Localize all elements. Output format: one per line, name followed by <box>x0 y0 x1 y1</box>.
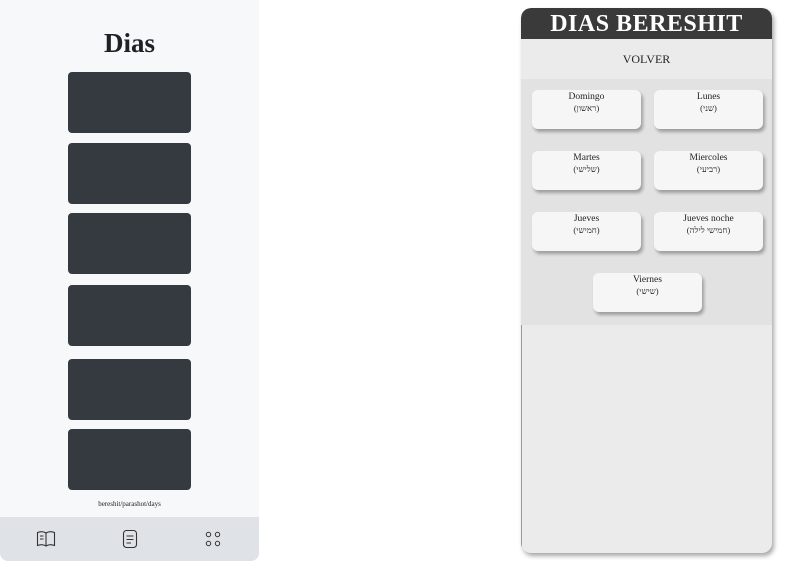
bottom-tab-bar <box>0 517 259 561</box>
day-card-3[interactable] <box>68 213 191 274</box>
document-icon[interactable] <box>120 529 140 549</box>
book-open-icon[interactable] <box>36 529 56 549</box>
day-label: Viernes <box>633 275 662 285</box>
day-button-jueves-noche[interactable]: Jueves noche (חמישי לילה) <box>654 212 763 251</box>
day-button-lunes[interactable]: Lunes (שני) <box>654 90 763 129</box>
day-hebrew-label: (רביעי) <box>696 164 721 174</box>
day-button-domingo[interactable]: Domingo (ראשון) <box>532 90 641 129</box>
day-label: Lunes <box>696 92 721 102</box>
header-title: DIAS BERESHIT <box>521 8 772 39</box>
day-card-5[interactable] <box>68 359 191 420</box>
day-hebrew-label: (ראשון) <box>573 103 600 113</box>
day-hebrew-label: (שישי) <box>636 286 659 296</box>
day-label: Jueves <box>573 214 600 224</box>
day-label: Jueves noche <box>683 214 734 224</box>
day-button-jueves[interactable]: Jueves (חמישי) <box>532 212 641 251</box>
left-screen: Dias bereshit/parashot/days <box>0 0 259 561</box>
day-button-miercoles[interactable]: Miercoles (רביעי) <box>654 151 763 190</box>
day-label: Miercoles <box>689 153 728 163</box>
day-card-2[interactable] <box>68 143 191 204</box>
back-button[interactable]: VOLVER <box>521 39 772 79</box>
right-screen: DIAS BERESHIT VOLVER Domingo (ראשון) Lun… <box>521 8 772 553</box>
days-grid: Domingo (ראשון) Lunes (שני) Martes (שליש… <box>521 79 772 325</box>
day-card-6[interactable] <box>68 429 191 490</box>
day-hebrew-label: (חמישי) <box>573 225 600 235</box>
grid-dots-icon[interactable] <box>203 529 223 549</box>
day-card-4[interactable] <box>68 285 191 346</box>
day-button-martes[interactable]: Martes (שלישי) <box>532 151 641 190</box>
day-hebrew-label: (שני) <box>700 103 717 113</box>
day-label: Martes <box>573 153 600 163</box>
day-hebrew-label: (חמישי לילה) <box>686 225 731 235</box>
day-button-viernes[interactable]: Viernes (שישי) <box>593 273 702 312</box>
day-hebrew-label: (שלישי) <box>573 164 600 174</box>
divider <box>521 325 522 553</box>
day-card-1[interactable] <box>68 72 191 133</box>
day-label: Domingo <box>568 92 605 102</box>
page-title: Dias <box>103 28 155 58</box>
route-path: bereshit/parashot/days <box>98 500 161 508</box>
